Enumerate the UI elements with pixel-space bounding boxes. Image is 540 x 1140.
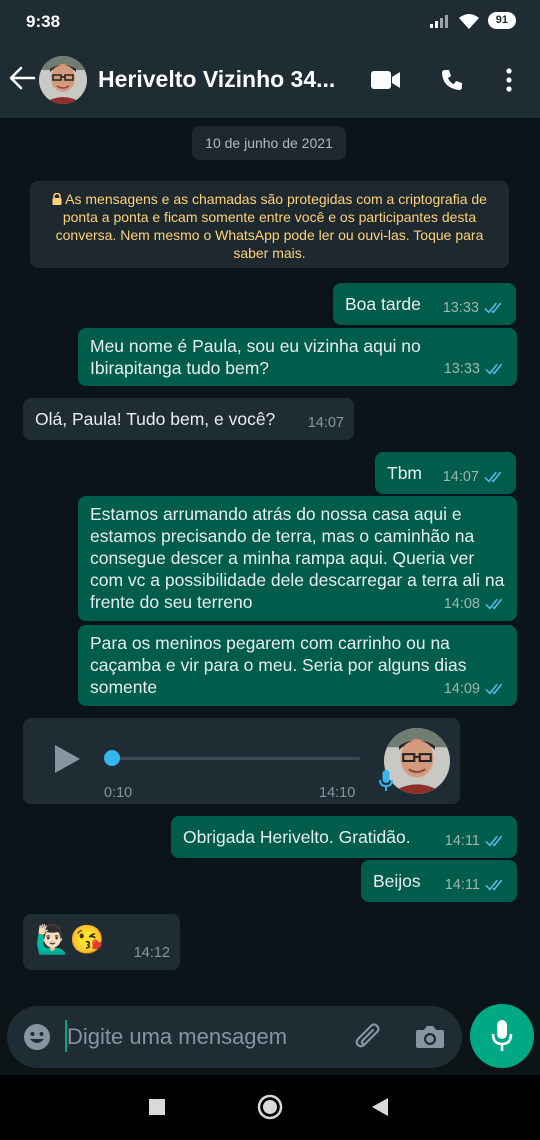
message-bubble[interactable]: 🙋🏻‍♂️😘 14:12 [23, 914, 180, 970]
read-ticks-icon [485, 878, 507, 892]
message-time: 14:07 [442, 469, 479, 485]
message-composer: Digite uma mensagem [7, 1006, 462, 1068]
message-bubble[interactable]: Meu nome é Paula, sou eu vizinha aqui no… [78, 328, 517, 386]
phone-icon[interactable] [440, 68, 464, 92]
nav-back-icon[interactable] [372, 1098, 388, 1116]
message-bubble[interactable]: Boa tarde 13:33 [333, 283, 516, 325]
message-time: 14:12 [133, 945, 170, 961]
read-ticks-icon [485, 682, 507, 696]
voice-progress-track[interactable] [113, 757, 360, 760]
emoji-icon[interactable] [23, 1023, 51, 1051]
encryption-notice[interactable]: As mensagens e as chamadas são protegida… [30, 181, 509, 268]
message-time: 14:10 [319, 785, 356, 801]
message-bubble[interactable]: Estamos arrumando atrás do nossa casa aq… [78, 496, 517, 621]
voice-duration: 0:10 [104, 785, 133, 801]
message-bubble[interactable]: Obrigada Herivelto. Gratidão. 14:11 [171, 816, 517, 858]
video-call-icon[interactable] [371, 70, 401, 90]
microphone-icon [379, 770, 393, 791]
nav-square-icon[interactable] [149, 1099, 165, 1115]
camera-icon[interactable] [415, 1024, 445, 1050]
chat-header: Herivelto Vizinho 34... [0, 42, 540, 118]
voice-sender-avatar [384, 728, 450, 794]
nav-home-icon[interactable] [257, 1094, 283, 1120]
status-bar: 9:38 91 [0, 0, 540, 42]
contact-name[interactable]: Herivelto Vizinho 34... [98, 66, 335, 93]
contact-avatar[interactable] [39, 56, 87, 104]
read-ticks-icon [485, 597, 507, 611]
message-bubble[interactable]: Tbm 14:07 [375, 452, 516, 494]
read-ticks-icon [485, 834, 507, 848]
voice-record-button[interactable] [470, 1004, 534, 1068]
read-ticks-icon [484, 301, 506, 315]
status-icons: 91 [429, 12, 516, 29]
message-time: 14:07 [307, 415, 344, 431]
more-options-icon[interactable] [504, 68, 514, 92]
play-icon[interactable] [53, 744, 81, 774]
lock-icon [52, 192, 62, 205]
message-bubble[interactable]: Olá, Paula! Tudo bem, e você? 14:07 [23, 398, 354, 440]
message-time: 14:08 [443, 596, 480, 612]
message-bubble[interactable]: Beijos 14:11 [361, 860, 517, 902]
system-nav-bar [0, 1075, 540, 1140]
date-chip: 10 de junho de 2021 [192, 126, 346, 160]
attach-icon[interactable] [354, 1022, 384, 1052]
message-time: 13:33 [442, 300, 479, 316]
read-ticks-icon [485, 362, 507, 376]
signal-icon [429, 14, 448, 28]
message-text: Olá, Paula! Tudo bem, e você? [35, 409, 276, 429]
message-bubble[interactable]: Para os meninos pegarem com carrinho ou … [78, 625, 517, 706]
message-time: 14:11 [444, 877, 480, 893]
message-input[interactable]: Digite uma mensagem [67, 1024, 287, 1050]
message-time: 13:33 [443, 361, 480, 377]
message-time: 14:09 [443, 681, 480, 697]
message-text: Meu nome é Paula, sou eu vizinha aqui no… [90, 336, 421, 378]
read-ticks-icon [484, 470, 506, 484]
status-time: 9:38 [26, 12, 61, 31]
voice-progress-knob[interactable] [104, 750, 120, 766]
microphone-icon [491, 1020, 513, 1051]
voice-message[interactable]: 0:10 14:10 [23, 718, 460, 804]
encryption-notice-text: As mensagens e as chamadas são protegida… [55, 191, 487, 261]
battery-indicator: 91 [487, 12, 516, 29]
message-time: 14:11 [444, 833, 480, 849]
back-arrow-icon[interactable] [8, 64, 36, 92]
wifi-icon [458, 13, 479, 29]
